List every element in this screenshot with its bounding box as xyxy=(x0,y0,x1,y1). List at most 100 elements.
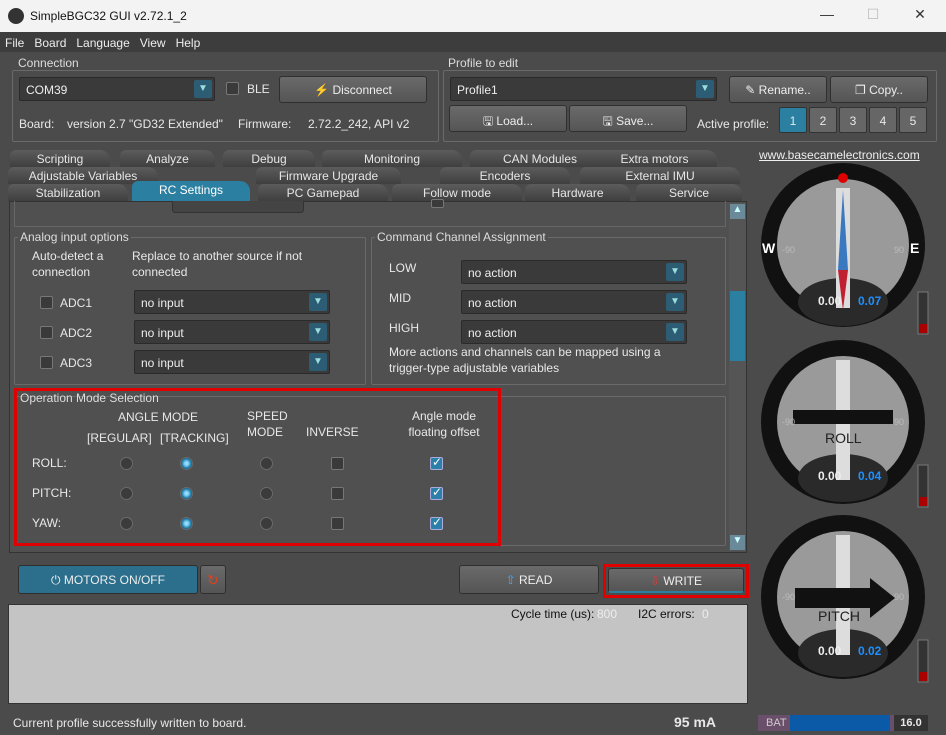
speed-radio[interactable] xyxy=(260,457,273,470)
tracking-radio[interactable] xyxy=(180,517,193,530)
battery-voltage: 16.0 xyxy=(894,715,928,731)
floating-offset-checkbox[interactable] xyxy=(430,515,443,530)
profile-4-button[interactable]: 4 xyxy=(869,107,897,133)
adc2-value: no input xyxy=(141,326,184,340)
adc2-checkbox[interactable] xyxy=(40,326,53,339)
motors-onoff-button[interactable]: ⏻ MOTORS ON/OFF xyxy=(18,565,198,594)
adc1-checkbox[interactable] xyxy=(40,296,53,309)
rename-button[interactable]: ✎ Rename.. xyxy=(729,76,827,103)
menu-board[interactable]: Board xyxy=(29,32,71,50)
profile-1-button[interactable]: 1 xyxy=(779,107,807,133)
close-button[interactable]: ✕ xyxy=(905,6,935,26)
load-label: Load... xyxy=(496,114,534,128)
yaw-right-tick: 90 xyxy=(894,245,904,255)
yaw-value-1: 0.00 xyxy=(818,294,842,308)
tab-scripting[interactable]: Scripting xyxy=(10,150,110,167)
tab-encoders[interactable]: Encoders xyxy=(440,167,570,184)
tracking-radio[interactable] xyxy=(180,457,193,470)
high-value: no action xyxy=(468,326,517,340)
menu-view[interactable]: View xyxy=(135,32,171,50)
power-icon: ⏻ xyxy=(51,573,64,587)
status-message: Current profile successfully written to … xyxy=(13,716,247,730)
adc3-select[interactable]: no input ▼ xyxy=(134,350,330,374)
partial-select[interactable] xyxy=(172,201,304,213)
load-button[interactable]: 🖫 Load... xyxy=(449,105,567,132)
scrollbar[interactable]: ▲ ▼ xyxy=(729,203,746,551)
regular-radio[interactable] xyxy=(120,517,133,530)
adc2-select[interactable]: no input ▼ xyxy=(134,320,330,344)
window-title: SimpleBGC32 GUI v2.72.1_2 xyxy=(30,9,187,23)
tracking-radio[interactable] xyxy=(180,487,193,500)
tab-pc-gamepad[interactable]: PC Gamepad xyxy=(258,184,388,201)
regular-radio[interactable] xyxy=(120,457,133,470)
cycle-time-value: 800 xyxy=(597,607,618,621)
tab-extra-motors[interactable]: Extra motors xyxy=(592,150,717,167)
partial-checkbox[interactable] xyxy=(431,199,444,208)
write-button[interactable]: ⇩ WRITE xyxy=(608,568,744,593)
chevron-down-icon: ▼ xyxy=(666,323,684,341)
chevron-down-icon: ▼ xyxy=(666,263,684,281)
adc1-select[interactable]: no input ▼ xyxy=(134,290,330,314)
tab-service[interactable]: Service xyxy=(636,184,742,201)
low-value: no action xyxy=(468,266,517,280)
tab-analyze[interactable]: Analyze xyxy=(120,150,215,167)
inverse-checkbox[interactable] xyxy=(331,457,344,470)
low-select[interactable]: no action ▼ xyxy=(461,260,687,284)
tab-debug[interactable]: Debug xyxy=(223,150,315,167)
port-select[interactable]: COM39 ▼ xyxy=(19,77,215,101)
tab-hardware[interactable]: Hardware xyxy=(525,184,630,201)
inverse-checkbox[interactable] xyxy=(331,487,344,500)
profile-select[interactable]: Profile1 ▼ xyxy=(450,77,717,101)
menu-file[interactable]: File xyxy=(0,32,29,50)
inverse-checkbox[interactable] xyxy=(331,517,344,530)
adc3-label: ADC3 xyxy=(60,356,93,370)
scroll-down-icon[interactable]: ▼ xyxy=(730,535,745,550)
regular-radio[interactable] xyxy=(120,487,133,500)
ble-checkbox[interactable] xyxy=(226,82,239,95)
profile-2-button[interactable]: 2 xyxy=(809,107,837,133)
refresh-icon[interactable]: ↻ xyxy=(200,565,226,594)
pitch-right-tick: 90 xyxy=(894,592,904,602)
menu-help[interactable]: Help xyxy=(171,32,206,50)
mid-value: no action xyxy=(468,296,517,310)
speed-radio[interactable] xyxy=(260,487,273,500)
pitch-value-2: 0.02 xyxy=(858,644,882,658)
save-button[interactable]: 🖫 Save... xyxy=(569,105,687,132)
tab-can-modules[interactable]: CAN Modules xyxy=(470,150,610,167)
tab-stabilization[interactable]: Stabilization xyxy=(8,184,128,201)
minimize-button[interactable]: — xyxy=(812,6,842,26)
floating-offset-checkbox[interactable] xyxy=(430,455,443,470)
tab-monitoring[interactable]: Monitoring xyxy=(322,150,462,167)
active-profile-label: Active profile: xyxy=(697,117,770,131)
high-select[interactable]: no action ▼ xyxy=(461,320,687,344)
opmode-row-label: YAW: xyxy=(32,516,62,530)
speed-radio[interactable] xyxy=(260,517,273,530)
tab-follow-mode[interactable]: Follow mode xyxy=(392,184,522,201)
scroll-up-icon[interactable]: ▲ xyxy=(730,204,745,219)
profile-5-button[interactable]: 5 xyxy=(899,107,927,133)
yaw-gauge: W E -90 90 0.00 0.07 xyxy=(761,163,925,327)
opmode-row-label: PITCH: xyxy=(32,486,72,500)
log-area xyxy=(8,604,748,704)
angle-mode-header: ANGLE MODE xyxy=(118,410,199,424)
maximize-button[interactable]: ☐ xyxy=(858,6,888,26)
disconnect-button[interactable]: ⚡ Disconnect xyxy=(279,76,427,103)
scrollbar-thumb[interactable] xyxy=(730,291,745,361)
floating-offset-checkbox[interactable] xyxy=(430,485,443,500)
tab-rc-settings[interactable]: RC Settings xyxy=(132,181,250,201)
adc3-checkbox[interactable] xyxy=(40,356,53,369)
tab-firmware-upgrade[interactable]: Firmware Upgrade xyxy=(256,167,401,184)
profile-3-button[interactable]: 3 xyxy=(839,107,867,133)
tab-external-imu[interactable]: External IMU xyxy=(580,167,740,184)
roll-value-2: 0.04 xyxy=(858,469,882,483)
chevron-down-icon: ▼ xyxy=(194,80,212,98)
chevron-down-icon: ▼ xyxy=(309,353,327,371)
menu-language[interactable]: Language xyxy=(71,32,134,50)
copy-label: Copy.. xyxy=(869,83,903,97)
cycle-time-label: Cycle time (us): xyxy=(511,607,595,621)
read-button[interactable]: ⇧ READ xyxy=(459,565,599,594)
roll-label: ROLL xyxy=(825,430,862,446)
copy-button[interactable]: ❐ Copy.. xyxy=(830,76,928,103)
connection-label: Connection xyxy=(16,56,81,70)
mid-select[interactable]: no action ▼ xyxy=(461,290,687,314)
